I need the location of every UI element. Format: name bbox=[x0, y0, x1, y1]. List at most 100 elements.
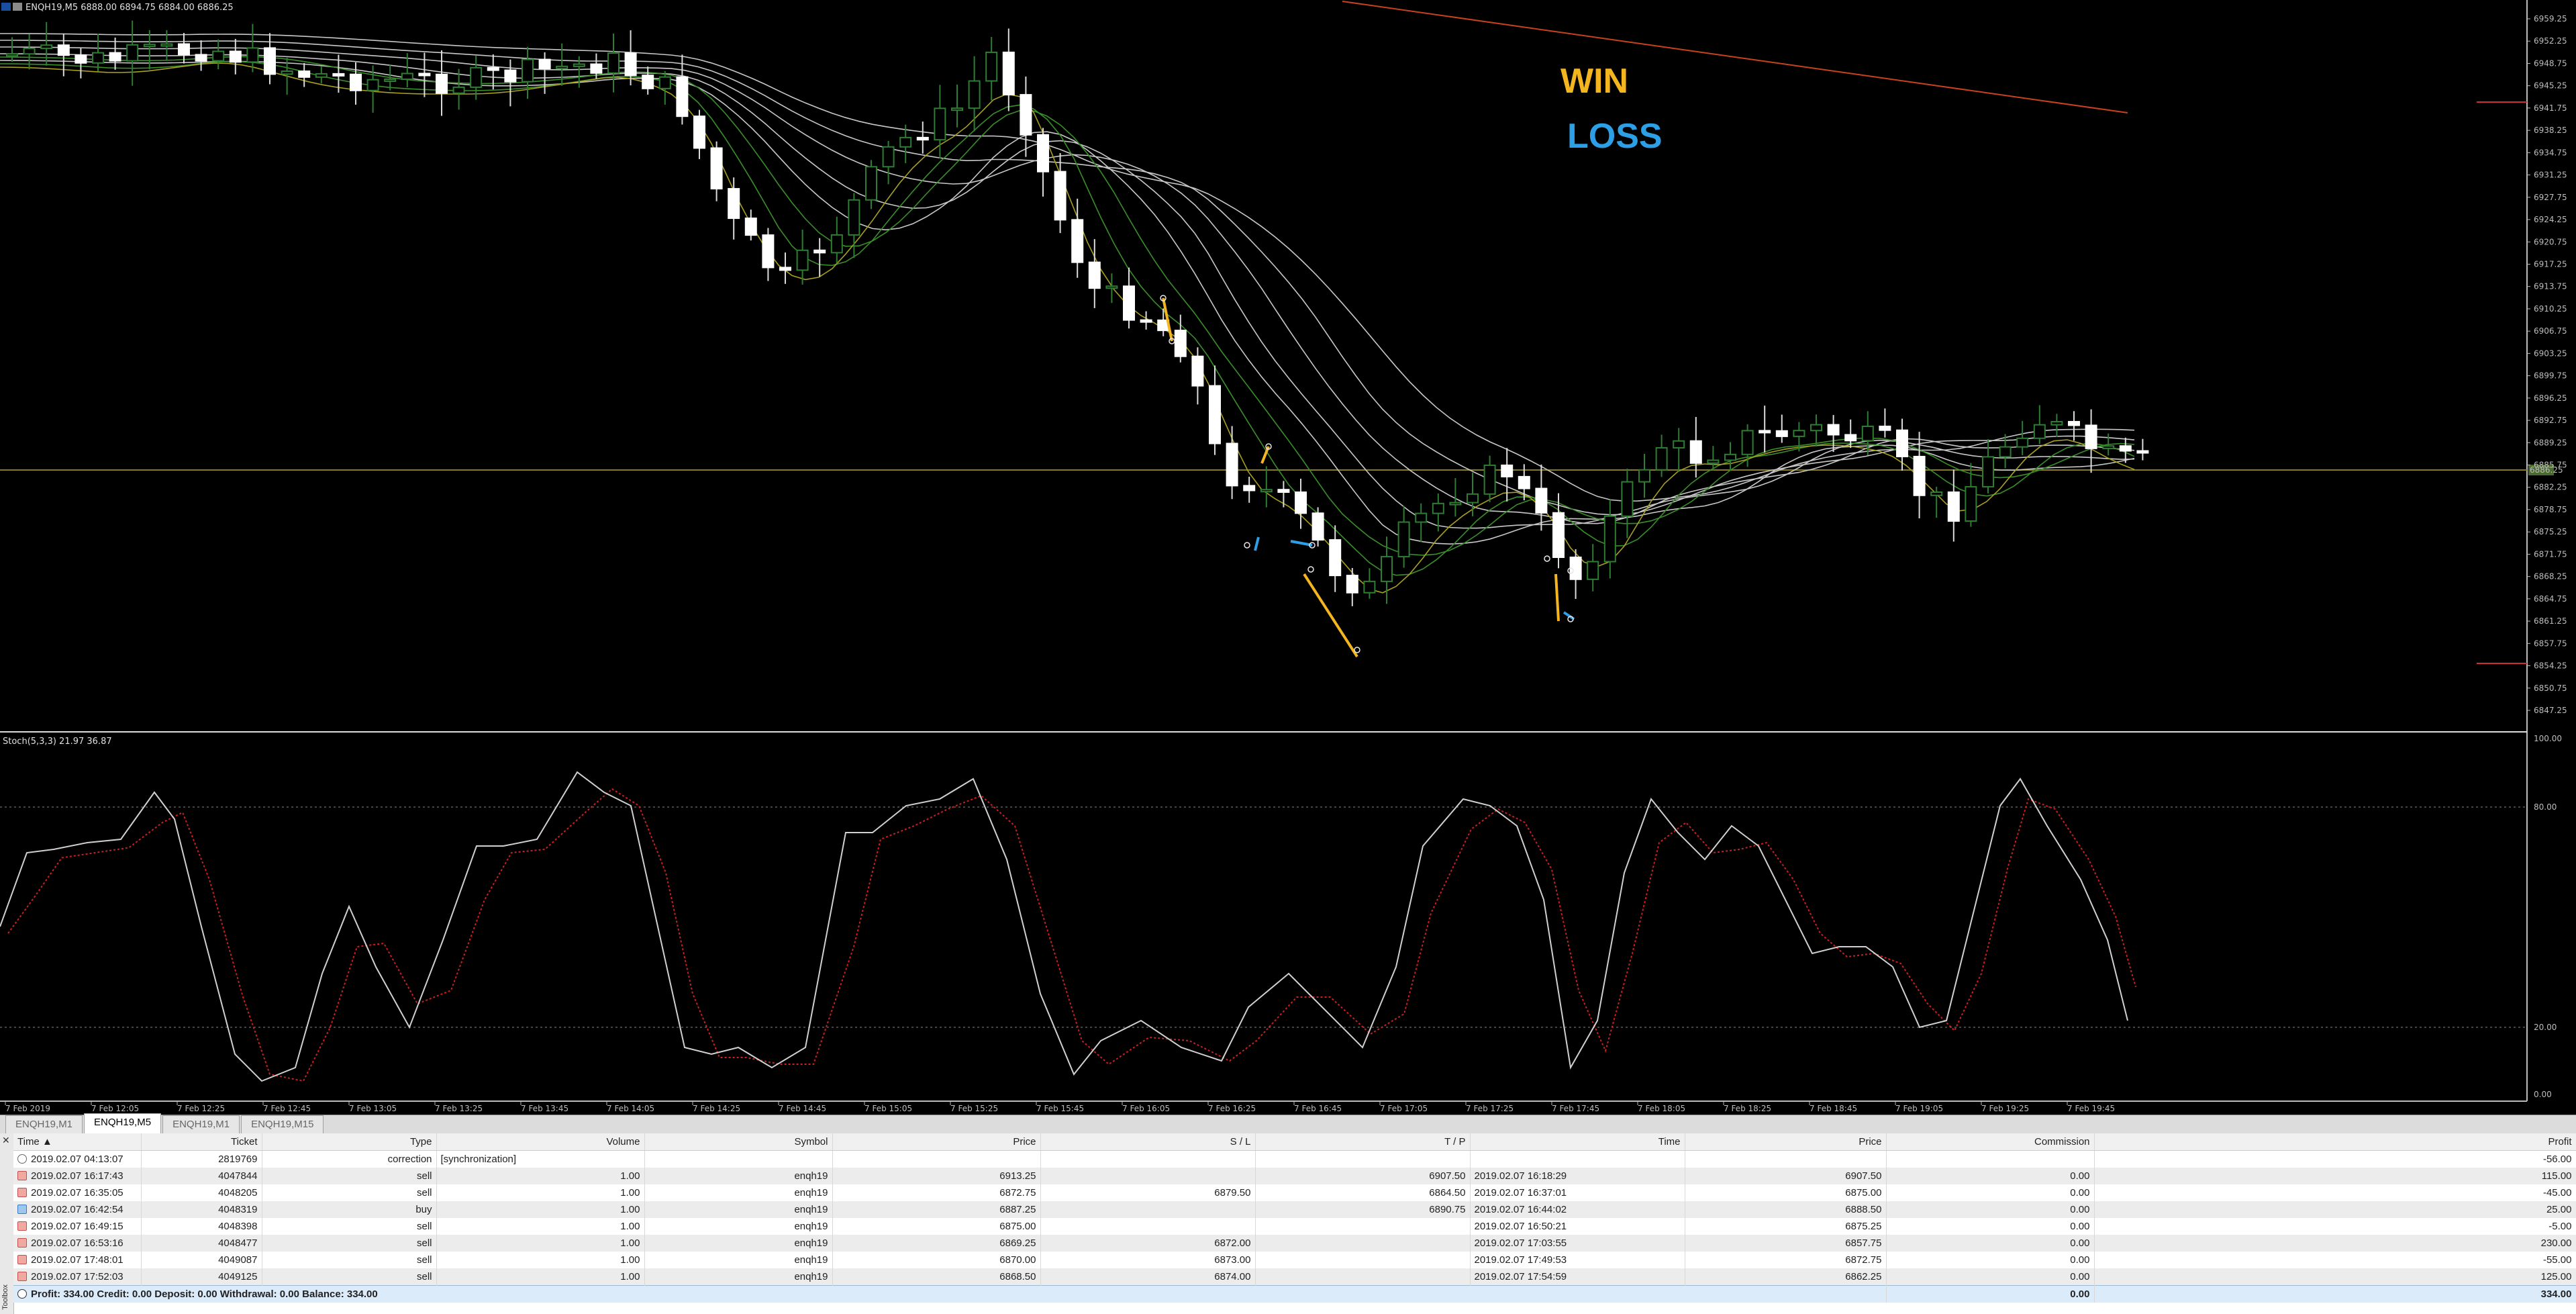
table-row[interactable]: 2019.02.07 17:48:01 4049087 sell 1.00 en… bbox=[13, 1252, 2576, 1268]
summary-icon bbox=[17, 1289, 27, 1299]
candle-body bbox=[332, 73, 345, 77]
candle-body bbox=[178, 43, 190, 56]
candle-body bbox=[573, 63, 585, 67]
table-row[interactable]: 2019.02.07 16:49:15 4048398 sell 1.00 en… bbox=[13, 1218, 2576, 1235]
price-label: 6931.25 bbox=[2534, 171, 2567, 180]
candle-body bbox=[6, 53, 18, 57]
price-chart[interactable]: 6886.256959.256952.256948.756945.256941.… bbox=[0, 0, 2576, 1115]
candle-body bbox=[813, 249, 826, 254]
table-row[interactable]: 2019.02.07 16:35:05 4048205 sell 1.00 en… bbox=[13, 1184, 2576, 1201]
col-profit[interactable]: Profit bbox=[2094, 1133, 2576, 1151]
table-row[interactable]: 2019.02.07 16:42:54 4048319 buy 1.00 enq… bbox=[13, 1201, 2576, 1218]
candle-body bbox=[212, 50, 225, 62]
col-volume[interactable]: Volume bbox=[436, 1133, 645, 1151]
candle-body bbox=[2068, 421, 2080, 426]
price-label: 6945.25 bbox=[2534, 81, 2567, 91]
candle-body bbox=[1947, 491, 1960, 522]
col-sl[interactable]: S / L bbox=[1040, 1133, 1256, 1151]
col-time[interactable]: Time ▲ bbox=[13, 1133, 142, 1151]
col-type[interactable]: Type bbox=[262, 1133, 437, 1151]
terminal-sidebar: ✕ Toolbox bbox=[0, 1133, 14, 1314]
chart-area[interactable]: 6886.25 6959.25 6952.25 6948.75 6945.25 6941.… bbox=[0, 0, 2576, 1115]
candle-body bbox=[1827, 424, 1840, 436]
candle-body bbox=[1741, 430, 1754, 455]
candle-body bbox=[2119, 445, 2132, 452]
time-label: 7 Feb 12:25 bbox=[177, 1104, 225, 1113]
time-label: 7 Feb 18:25 bbox=[1724, 1104, 1771, 1113]
sell-icon bbox=[17, 1171, 27, 1180]
trade-marker bbox=[1354, 647, 1360, 653]
history-table: Time ▲ Ticket Type Volume Symbol Price S… bbox=[13, 1133, 2576, 1303]
moving-average-line bbox=[0, 53, 2135, 529]
candle-body bbox=[1913, 455, 1926, 496]
price-label: 6938.25 bbox=[2534, 126, 2567, 135]
col-close-price[interactable]: Price bbox=[1685, 1133, 1887, 1151]
table-row[interactable]: 2019.02.07 04:13:07 2819769 correction [… bbox=[13, 1150, 2576, 1168]
candle-body bbox=[899, 136, 912, 148]
candle-body bbox=[1638, 469, 1650, 483]
candle-body bbox=[1930, 491, 1943, 496]
time-label: 7 Feb 12:45 bbox=[263, 1104, 311, 1113]
candle-body bbox=[1724, 453, 1736, 461]
col-commission[interactable]: Commission bbox=[1886, 1133, 2095, 1151]
candle-body bbox=[744, 218, 757, 236]
candle-body bbox=[1844, 434, 1857, 442]
col-ticket[interactable]: Ticket bbox=[141, 1133, 262, 1151]
candle-body bbox=[1174, 330, 1187, 357]
table-row[interactable]: 2019.02.07 16:53:16 4048477 sell 1.00 en… bbox=[13, 1235, 2576, 1252]
candle-body bbox=[728, 188, 740, 220]
price-label: 6910.25 bbox=[2534, 304, 2567, 314]
time-label: 7 Feb 19:25 bbox=[1981, 1104, 2029, 1113]
candle-body bbox=[436, 73, 448, 94]
stoch-main-line bbox=[0, 771, 2128, 1082]
trade-marker bbox=[1307, 566, 1314, 573]
candle-body bbox=[1381, 556, 1393, 582]
price-label: 6948.75 bbox=[2534, 58, 2567, 68]
candle-body bbox=[676, 76, 689, 118]
stoch-level-label: 80.00 bbox=[2534, 802, 2557, 812]
moving-average-line bbox=[0, 56, 2135, 556]
col-symbol[interactable]: Symbol bbox=[644, 1133, 833, 1151]
candle-body bbox=[624, 52, 637, 77]
price-label: 6861.25 bbox=[2534, 616, 2567, 626]
tab-enqh19-m15[interactable]: ENQH19,M15 bbox=[241, 1115, 324, 1133]
candle-body bbox=[1501, 464, 1514, 477]
candle-body bbox=[143, 44, 156, 48]
candle-body bbox=[1621, 481, 1634, 517]
candle-body bbox=[1105, 285, 1118, 289]
candle-body bbox=[1982, 456, 1994, 487]
candle-body bbox=[264, 47, 276, 75]
price-label: 6854.25 bbox=[2534, 661, 2567, 671]
candle-body bbox=[1879, 425, 1891, 431]
price-label: 6899.75 bbox=[2534, 371, 2567, 381]
col-close-time[interactable]: Time bbox=[1470, 1133, 1685, 1151]
candle-body bbox=[590, 63, 603, 74]
sell-icon bbox=[17, 1255, 27, 1264]
candle-body bbox=[1295, 491, 1307, 514]
candle-body bbox=[1415, 512, 1428, 523]
candle-body bbox=[779, 267, 791, 271]
price-label: 6875.25 bbox=[2534, 527, 2567, 536]
candle-body bbox=[2050, 421, 2063, 426]
close-icon[interactable]: ✕ bbox=[2, 1135, 10, 1146]
time-label: 7 Feb 18:45 bbox=[1810, 1104, 1857, 1113]
time-label: 7 Feb 18:05 bbox=[1638, 1104, 1685, 1113]
candle-body bbox=[1260, 489, 1273, 493]
price-label: 6868.25 bbox=[2534, 572, 2567, 581]
candle-body bbox=[384, 79, 397, 83]
candle-body bbox=[75, 54, 87, 64]
tab-enqh19-m1[interactable]: ENQH19,M1 bbox=[5, 1115, 83, 1133]
tab-enqh19-m5[interactable]: ENQH19,M5 bbox=[84, 1113, 162, 1133]
stoch-level-label: 0.00 bbox=[2534, 1090, 2552, 1099]
candle-body bbox=[366, 79, 379, 91]
table-row[interactable]: 2019.02.07 17:52:03 4049125 sell 1.00 en… bbox=[13, 1268, 2576, 1286]
col-price[interactable]: Price bbox=[832, 1133, 1041, 1151]
candle-body bbox=[109, 52, 121, 62]
table-row[interactable]: 2019.02.07 16:17:43 4047844 sell 1.00 en… bbox=[13, 1168, 2576, 1184]
candle-body bbox=[1758, 430, 1771, 434]
candle-body bbox=[452, 86, 465, 94]
tab-enqh19-m1-b[interactable]: ENQH19,M1 bbox=[162, 1115, 240, 1133]
candle-body bbox=[1655, 447, 1668, 471]
time-label: 7 Feb 12:05 bbox=[91, 1104, 139, 1113]
col-tp[interactable]: T / P bbox=[1255, 1133, 1471, 1151]
